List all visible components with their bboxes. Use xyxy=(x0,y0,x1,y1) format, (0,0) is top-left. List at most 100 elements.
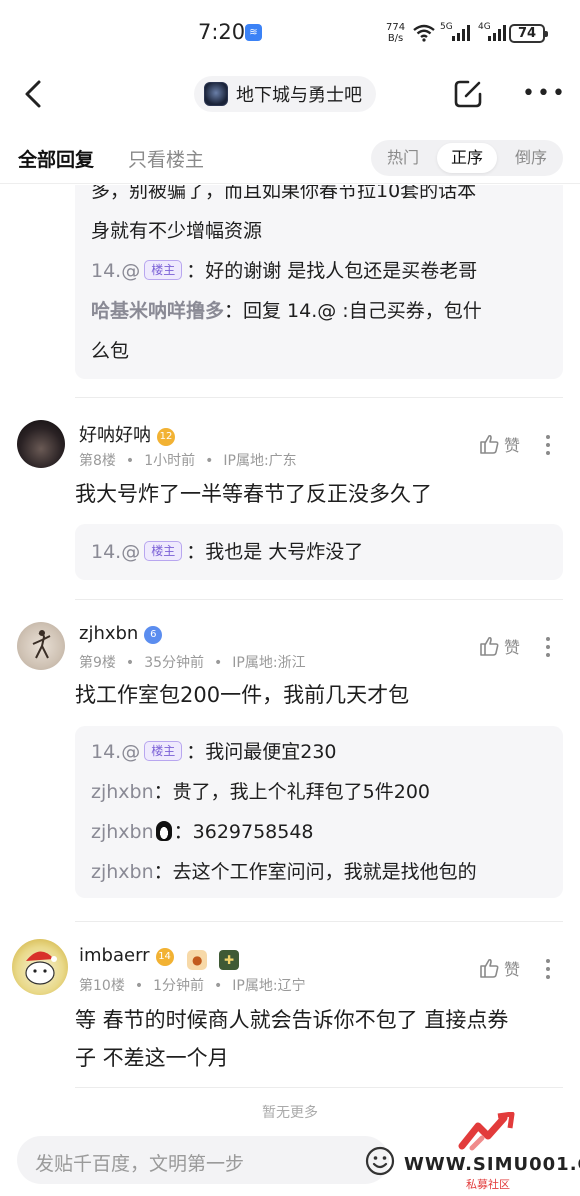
level-badge: 14 xyxy=(155,948,174,966)
sub-reply[interactable]: 14.@ 楼主 ：我也是 大号炸没了 xyxy=(91,532,547,572)
watermark-subtext: 私募社区 xyxy=(466,1178,510,1191)
reply-author[interactable]: zjhxbn xyxy=(91,781,154,803)
forum-avatar xyxy=(204,82,228,106)
like-label: 赞 xyxy=(504,960,521,979)
username-text[interactable]: imbaerr xyxy=(79,945,150,966)
username-text[interactable]: 好呐好呐 xyxy=(79,425,151,446)
tab-op-only[interactable]: 只看楼主 xyxy=(128,145,204,172)
signal-bars-icon-2 xyxy=(488,25,506,41)
reply-text: ：回复 14.@ :自己买券，包什 xyxy=(224,300,482,322)
floor-number: 第10楼 xyxy=(79,978,125,994)
sort-asc-button[interactable]: 正序 xyxy=(437,143,497,173)
divider xyxy=(75,397,563,398)
avatar-figure xyxy=(32,630,51,659)
sub-reply[interactable]: 14.@ 楼主 ：好的谢谢 是找人包还是买卷老哥 xyxy=(91,251,547,291)
avatar[interactable] xyxy=(12,939,68,995)
reply-author[interactable]: zjhxbn xyxy=(91,861,154,883)
net-speed: 774 B/s xyxy=(386,22,405,44)
avatar[interactable] xyxy=(17,622,65,670)
thumbs-up-icon xyxy=(480,636,499,656)
reply-text: ：我问最便宜230 xyxy=(186,741,337,763)
sub-reply[interactable]: zjhxbn ：3629758548 xyxy=(91,812,547,852)
op-badge: 楼主 xyxy=(144,260,183,280)
sub-reply[interactable]: 14.@ 楼主 ：我问最便宜230 xyxy=(91,732,547,772)
reply-author[interactable]: zjhxbn xyxy=(91,821,154,843)
forum-name: 地下城与勇士吧 xyxy=(236,85,362,106)
level-badge: 12 xyxy=(157,428,175,446)
username-text[interactable]: zjhxbn xyxy=(79,623,138,644)
sub-reply[interactable]: zjhxbn：贵了，我上个礼拜包了5件200 xyxy=(91,772,547,812)
post-floor-10: imbaerr 14 ● ✚ 第10楼 • 1分钟前 • IP属地:辽宁 赞 等 春节的时… xyxy=(0,939,580,1099)
post-floor-9: zjhxbn 6 第9楼 • 35分钟前 • IP属地:浙江 赞 找工作室包200一件，我… xyxy=(0,617,580,907)
reply-author[interactable]: 14.@ xyxy=(91,260,140,282)
sub-reply-text: 多，别被骗了，而且如果你春节拉10套的话本 xyxy=(91,185,477,202)
post-meta: 第8楼 • 1小时前 • IP属地:广东 xyxy=(79,453,297,469)
more-options-icon[interactable]: ••• xyxy=(522,83,567,105)
sub-reply[interactable]: 哈基米呐咩撸多：回复 14.@ :自己买券，包什 xyxy=(91,291,547,331)
tab-all-replies[interactable]: 全部回复 xyxy=(18,145,94,172)
post-content-line: 等 春节的时候商人就会告诉你不包了 直接点券 xyxy=(75,1008,509,1032)
reply-tabs: 全部回复 只看楼主 热门 正序 倒序 xyxy=(0,132,580,184)
reply-author[interactable]: 14.@ xyxy=(91,541,140,563)
sort-hot-button[interactable]: 热门 xyxy=(373,143,433,173)
divider xyxy=(75,599,563,600)
post-content: 等 春节的时候商人就会告诉你不包了 直接点券 子 不差这一个月 xyxy=(75,1001,565,1077)
reply-input-placeholder: 发贴千百度，文明第一步 xyxy=(35,1153,245,1175)
top-nav: 地下城与勇士吧 ••• xyxy=(0,68,580,124)
username[interactable]: imbaerr 14 ● ✚ xyxy=(79,945,240,970)
post-content: 我大号炸了一半等春节了反正没多久了 xyxy=(75,482,432,506)
forum-button[interactable]: 地下城与勇士吧 xyxy=(194,76,376,112)
divider xyxy=(75,921,563,922)
like-button[interactable]: 赞 xyxy=(478,956,520,980)
floor-number: 第8楼 xyxy=(79,453,116,469)
post-time: 1小时前 xyxy=(144,453,196,469)
signal1-label: 5G xyxy=(440,22,453,32)
reply-text: ：贵了，我上个礼拜包了5件200 xyxy=(153,781,430,803)
reply-author[interactable]: 哈基米呐咩撸多 xyxy=(91,300,224,322)
game-badge-icon: ● xyxy=(187,950,208,970)
net-speed-unit: B/s xyxy=(387,33,404,44)
post-floor-8: 好呐好呐 12 第8楼 • 1小时前 • IP属地:广东 赞 我大号炸了一半等春节了反正没… xyxy=(0,415,580,595)
like-label: 赞 xyxy=(504,638,521,657)
thumbs-up-icon xyxy=(480,434,499,454)
sub-reply-text: 身就有不少增幅资源 xyxy=(91,220,263,242)
op-badge: 楼主 xyxy=(144,541,183,561)
level-badge: 6 xyxy=(144,626,163,644)
like-button[interactable]: 赞 xyxy=(478,634,520,658)
username[interactable]: zjhxbn 6 xyxy=(79,623,163,644)
op-badge: 楼主 xyxy=(144,741,183,761)
post-more-icon[interactable] xyxy=(546,637,552,661)
reply-text: ：去这个工作室问问，我就是找他包的 xyxy=(153,861,477,883)
watermark-text: WWW.SIMU001.CN xyxy=(404,1154,580,1175)
post-meta: 第10楼 • 1分钟前 • IP属地:辽宁 xyxy=(79,978,306,994)
post-time: 1分钟前 xyxy=(153,978,205,994)
penguin-icon xyxy=(155,821,172,841)
voice-app-icon: ≋ xyxy=(245,24,262,41)
sub-reply[interactable]: zjhxbn：去这个工作室问问，我就是找他包的 xyxy=(91,852,547,892)
watermark-logo xyxy=(458,1112,515,1151)
reply-author[interactable]: 14.@ xyxy=(91,741,140,763)
emoji-icon[interactable] xyxy=(365,1146,395,1176)
thumbs-up-icon xyxy=(480,958,499,978)
post-content: 找工作室包200一件，我前几天才包 xyxy=(75,683,410,707)
sort-desc-button[interactable]: 倒序 xyxy=(501,143,561,173)
status-bar: 7:20 ≋ 774 B/s 5G 4G 74 xyxy=(0,0,580,68)
status-time: 7:20 xyxy=(198,20,246,44)
ip-location: IP属地:广东 xyxy=(223,453,297,469)
post-more-icon[interactable] xyxy=(546,435,552,459)
divider xyxy=(75,1087,563,1088)
ip-location: IP属地:浙江 xyxy=(232,655,306,671)
share-icon[interactable] xyxy=(452,78,484,110)
back-arrow-icon[interactable] xyxy=(20,78,48,110)
post-more-icon[interactable] xyxy=(546,959,552,983)
post-meta: 第9楼 • 35分钟前 • IP属地:浙江 xyxy=(79,655,306,671)
shield-badge-icon: ✚ xyxy=(219,950,240,970)
like-button[interactable]: 赞 xyxy=(478,432,520,456)
avatar[interactable] xyxy=(17,420,65,468)
reply-list[interactable]: 多，别被骗了，而且如果你春节拉10套的话本 身就有不少增幅资源 14.@ 楼主 ：好… xyxy=(0,185,580,1130)
sub-reply-box: 14.@ 楼主 ：我问最便宜230 zjhxbn：贵了，我上个礼拜包了5件200 z… xyxy=(75,726,563,898)
username[interactable]: 好呐好呐 12 xyxy=(79,421,175,447)
reply-text: ：好的谢谢 是找人包还是买卷老哥 xyxy=(186,260,478,282)
floor-number: 第9楼 xyxy=(79,655,116,671)
reply-input[interactable]: 发贴千百度，文明第一步 xyxy=(17,1136,395,1184)
